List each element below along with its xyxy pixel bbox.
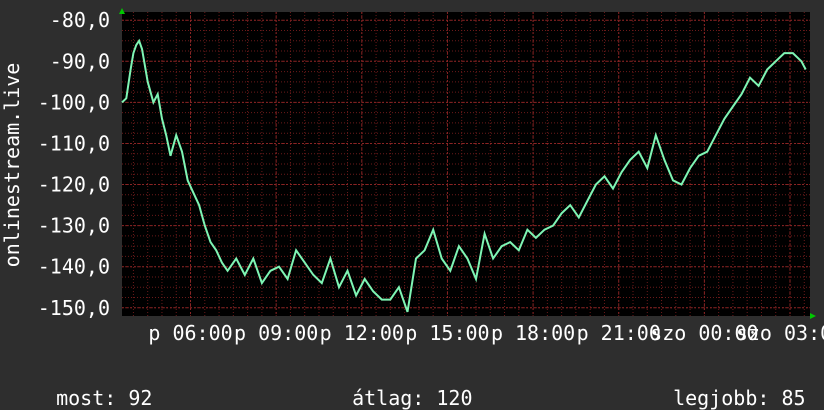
y-tick-label: -130,0 [38,214,110,238]
stat-best-value: 85 [781,386,806,410]
x-axis-arrow [810,313,816,319]
y-tick-labels: -80,0 -90,0 -100,0 -110,0 -120,0 -130,0 -140,0… [38,8,110,320]
y-tick-label: -140,0 [38,255,110,279]
y-axis-arrow [119,8,125,14]
stat-best-label: legjobb: [673,386,770,410]
y-tick-label: -110,0 [38,131,110,155]
y-tick-label: -150,0 [38,296,110,320]
line-chart: -80,0 -90,0 -100,0 -110,0 -120,0 -130,0 -140,0… [0,8,824,345]
x-tick-label: szo 03:00 [736,321,824,345]
y-tick-label: -80,0 [50,8,110,32]
x-tick-label: p 21:00 [577,321,661,345]
x-tick-label: p 12:00 [320,321,404,345]
plot-area [122,12,810,316]
stat-now-label: most: [56,386,117,410]
stat-average: átlag: 120 [328,362,473,410]
stat-now-value: 92 [128,386,153,410]
y-axis-label: onlinestream.live [0,63,24,268]
x-tick-label: p 15:00 [405,321,489,345]
x-tick-label: p 18:00 [491,321,575,345]
x-tick-label: p 06:00 [148,321,232,345]
y-tick-label: -120,0 [38,173,110,197]
y-tick-label: -100,0 [38,90,110,114]
x-tick-labels: p 06:00 p 09:00 p 12:00 p 15:00 p 18:00 p 21:… [148,321,824,345]
y-tick-label: -90,0 [50,49,110,73]
stat-now: most: 92 [32,362,152,410]
stat-average-value: 120 [436,386,473,410]
stat-average-label: átlag: [352,386,425,410]
stat-best: legjobb: 85 [649,362,806,410]
x-tick-label: p 09:00 [234,321,318,345]
